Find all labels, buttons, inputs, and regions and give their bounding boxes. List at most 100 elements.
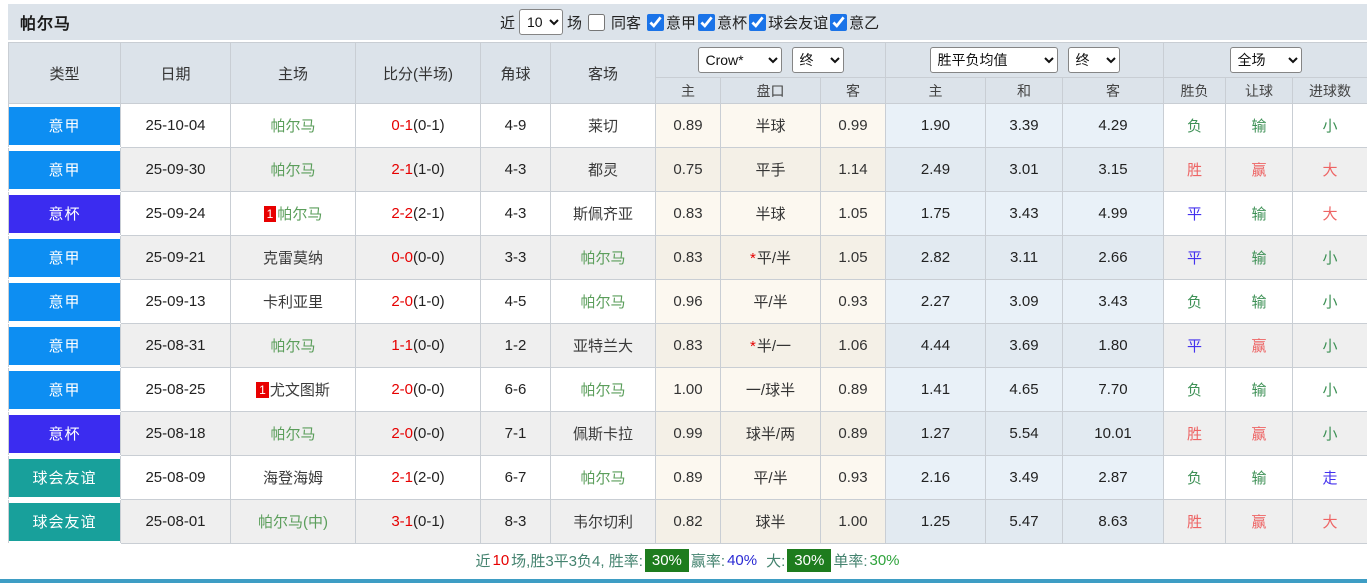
avg-draw: 3.69 [986,324,1063,368]
goals-result: 大 [1293,500,1367,544]
odds-away: 1.06 [821,324,886,368]
home-team: 卡利亚里 [231,280,356,324]
league-type-cell: 意杯 [9,192,121,236]
odds-away: 1.05 [821,192,886,236]
scope-header: 全场 [1164,43,1367,78]
corner-score: 4-3 [481,148,551,192]
home-team: 1尤文图斯 [231,368,356,412]
big-rate-badge: 30% [787,549,831,572]
team-recent-matches-panel: 帕尔马 近 10 场 同客 意甲 意杯 球会友谊 [8,4,1367,583]
result-outcome: 负 [1164,280,1226,324]
avg-home: 1.75 [886,192,986,236]
league-type-cell: 意甲 [9,280,121,324]
match-row: 意甲25-09-21克雷莫纳0-0(0-0)3-3帕尔马0.83*平/半1.05… [9,236,1367,280]
col-header-type: 类型 [9,43,121,104]
col-header-score: 比分(半场) [356,43,481,104]
away-team: 都灵 [551,148,656,192]
fulltime-score: 2-2 [391,205,413,222]
result-outcome: 负 [1164,104,1226,148]
score-cell: 0-1(0-1) [356,104,481,148]
corner-score: 4-5 [481,280,551,324]
avg-odds-select[interactable]: 胜平负均值 [930,47,1058,73]
match-row: 意甲25-10-04帕尔马0-1(0-1)4-9莱切0.89半球0.991.90… [9,104,1367,148]
handicap-cell: 半球 [721,192,821,236]
avg-home: 1.27 [886,412,986,456]
summary-prefix: 近 [475,550,490,571]
corner-score: 3-3 [481,236,551,280]
away-team-name: 佩斯卡拉 [573,426,633,443]
away-team-name: 都灵 [588,162,618,179]
home-team: 帕尔马 [231,412,356,456]
fulltime-score: 2-1 [391,469,413,486]
handicap-result: 赢 [1226,500,1293,544]
odds-away: 0.89 [821,368,886,412]
single-rate-label: 单率: [833,550,867,571]
halftime-score: (0-1) [413,117,445,134]
summary-footer: 近10场,胜3平3负4, 胜率: 30% 赢率:40% 大: 30% 单率:30… [8,544,1367,577]
fulltime-score: 2-0 [391,381,413,398]
league-checkbox-coppa-italia[interactable] [698,14,715,31]
away-team: 帕尔马 [551,456,656,500]
home-team-name: 帕尔马 [270,338,315,355]
odds-home: 0.83 [656,192,721,236]
score-cell: 2-0(1-0) [356,280,481,324]
avg-away: 8.63 [1063,500,1164,544]
league-type-cell: 意甲 [9,368,121,412]
league-type-cell: 意甲 [9,104,121,148]
avg-away: 2.87 [1063,456,1164,500]
odds-time-select[interactable]: 终 [792,47,844,73]
odds-away: 1.00 [821,500,886,544]
league-checkbox-serie-b[interactable] [830,14,847,31]
single-rate-value: 30% [869,552,899,569]
handicap-cell: *半/一 [721,324,821,368]
away-team: 亚特兰大 [551,324,656,368]
match-row: 球会友谊25-08-01帕尔马(中)3-1(0-1)8-3韦尔切利0.82球半1… [9,500,1367,544]
subcol-avg-draw: 和 [986,78,1063,104]
match-row: 意甲25-09-30帕尔马2-1(1-0)4-3都灵0.75平手1.142.49… [9,148,1367,192]
avg-home: 4.44 [886,324,986,368]
same-away-checkbox[interactable] [588,14,605,31]
handicap-result: 输 [1226,236,1293,280]
league-filter-club-friendly: 球会友谊 [747,12,828,33]
match-date: 25-10-04 [121,104,231,148]
avg-away: 3.43 [1063,280,1164,324]
fulltime-score: 2-0 [391,425,413,442]
recent-count-select[interactable]: 10 [519,9,563,35]
avg-away: 10.01 [1063,412,1164,456]
home-team-name: 帕尔马 [270,426,315,443]
odds-away: 0.93 [821,280,886,324]
away-team-name: 帕尔马 [580,470,625,487]
handicap-cell: 球半 [721,500,821,544]
avg-away: 4.99 [1063,192,1164,236]
avg-draw: 3.49 [986,456,1063,500]
result-outcome: 胜 [1164,412,1226,456]
scope-select[interactable]: 全场 [1230,47,1302,73]
result-outcome: 负 [1164,456,1226,500]
col-header-date: 日期 [121,43,231,104]
subcol-result: 胜负 [1164,78,1226,104]
league-type-badge: 意甲 [9,327,120,365]
score-cell: 2-0(0-0) [356,368,481,412]
handicap-cell: 一/球半 [721,368,821,412]
odds-home: 0.89 [656,456,721,500]
league-type-badge: 意甲 [9,371,120,409]
league-type-badge: 意甲 [9,239,120,277]
result-outcome: 平 [1164,236,1226,280]
away-team-name: 帕尔马 [580,294,625,311]
avg-draw: 4.65 [986,368,1063,412]
big-rate-label: 大: [766,550,785,571]
handicap-result: 输 [1226,192,1293,236]
result-outcome: 平 [1164,192,1226,236]
league-filter-serie-b: 意乙 [828,12,879,33]
rank-badge: 1 [264,206,277,222]
home-team: 帕尔马(中) [231,500,356,544]
handicap-cell: 球半/两 [721,412,821,456]
league-checkbox-club-friendly[interactable] [749,14,766,31]
league-checkbox-serie-a[interactable] [647,14,664,31]
matches-table: 类型 日期 主场 比分(半场) 角球 客场 Crow* 终 [8,42,1367,544]
fulltime-score: 0-0 [391,249,413,266]
odds-home: 0.83 [656,236,721,280]
league-type-badge: 球会友谊 [9,459,120,497]
odds-company-select[interactable]: Crow* [698,47,782,73]
avg-time-select[interactable]: 终 [1068,47,1120,73]
